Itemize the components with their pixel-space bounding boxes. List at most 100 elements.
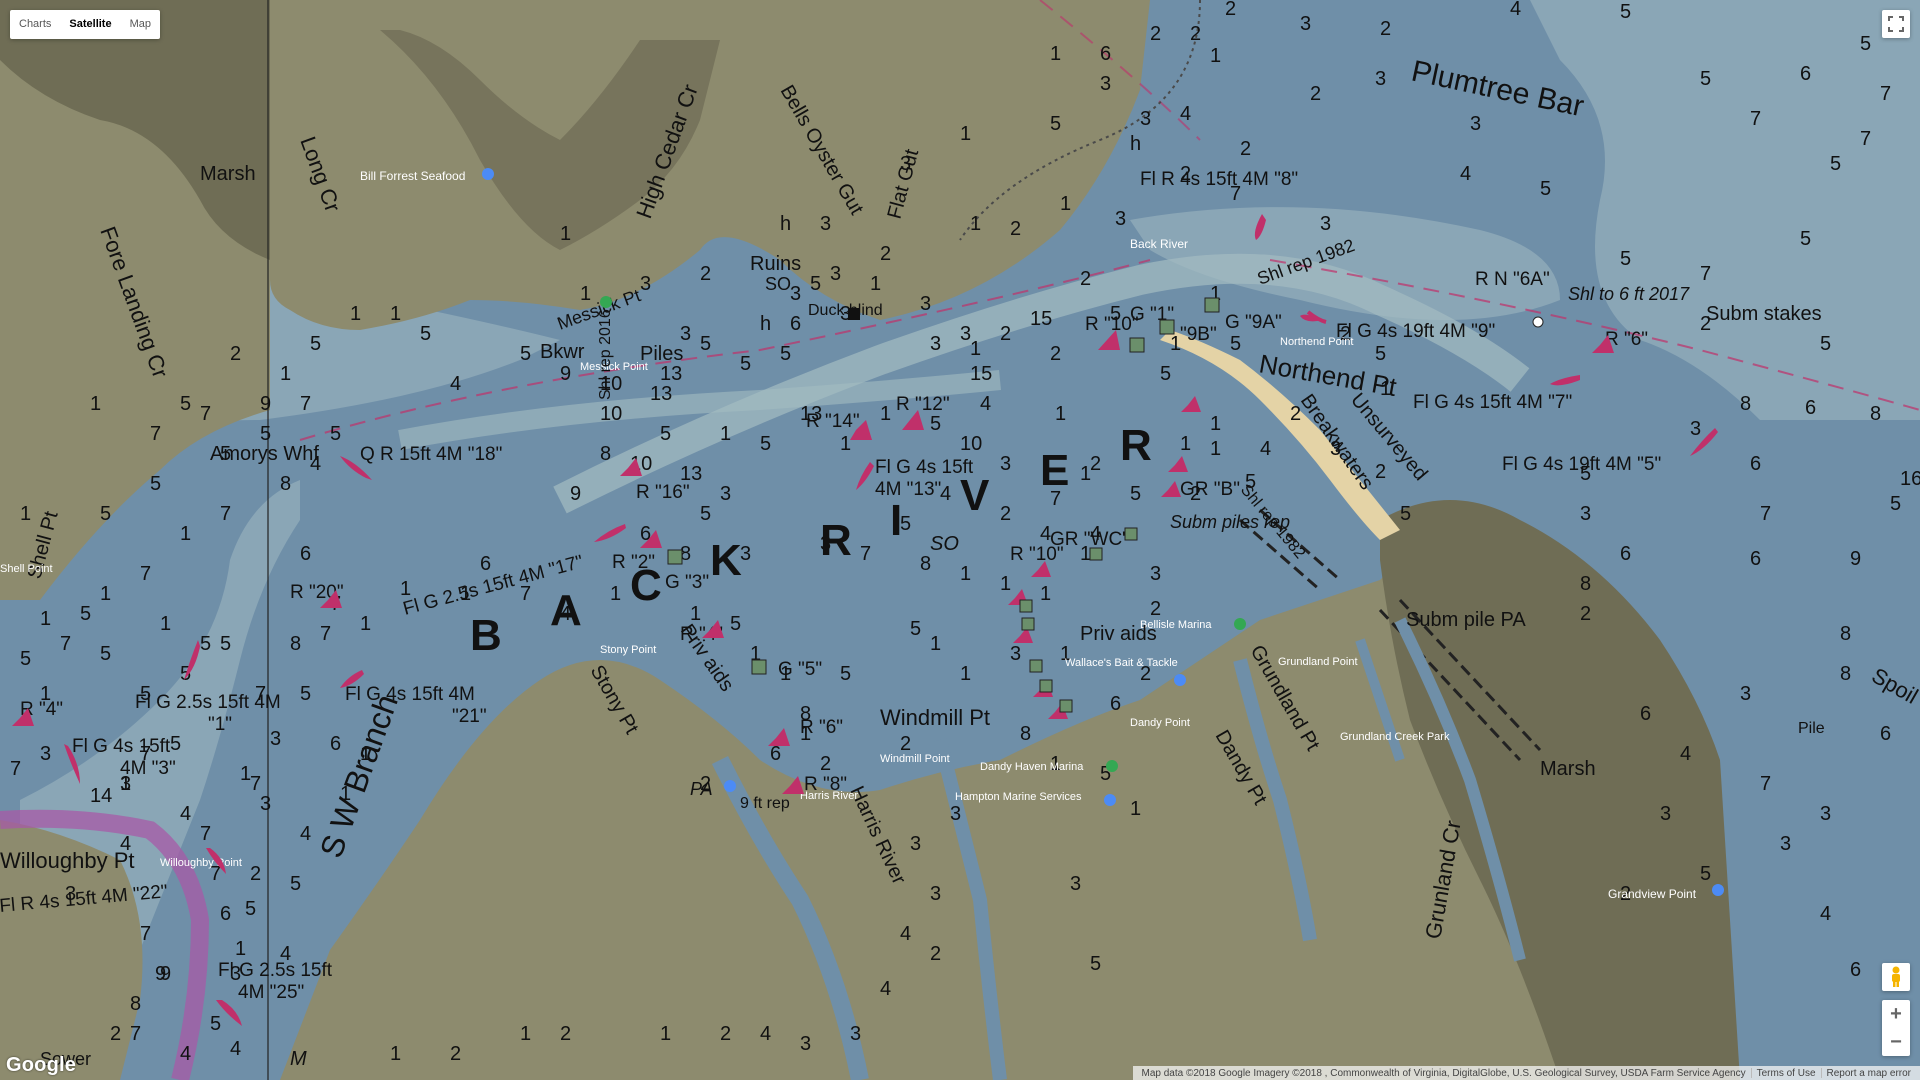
light-label: Fl R 4s 15ft 4M "8" (1140, 169, 1298, 190)
depth-sounding: 7 (60, 633, 71, 655)
duck-blind-label: Duck blind (808, 302, 883, 319)
depth-sounding: 2 (560, 1023, 571, 1045)
depth-sounding: 8 (1840, 663, 1851, 685)
grandview-point-label: Grandview Point (1608, 887, 1697, 901)
light-label: Fl G 2.5s 15ft (218, 960, 333, 981)
depth-sounding: 5 (1160, 363, 1171, 385)
depth-sounding: 8 (1020, 723, 1031, 745)
zoom-out-button[interactable]: − (1882, 1028, 1910, 1056)
depth-sounding: 5 (1830, 153, 1841, 175)
depth-sounding: 1 (235, 938, 246, 960)
depth-sounding: 2 (1000, 503, 1011, 525)
depth-sounding: 7 (1880, 83, 1891, 105)
depth-sounding: 8 (1870, 403, 1881, 425)
mark-label: R "16" (636, 482, 690, 503)
depth-sounding: 7 (320, 623, 331, 645)
depth-sounding: 3 (960, 323, 971, 345)
depth-sounding: 5 (1090, 953, 1101, 975)
willoughby-pt-label: Willoughby Pt (0, 848, 135, 873)
depth-sounding: 4 (1260, 438, 1271, 460)
depth-sounding: 1 (660, 1023, 671, 1045)
green-square-buoy (1129, 337, 1145, 353)
depth-sounding: 3 (270, 728, 281, 750)
mark-label: R "12" (896, 394, 950, 415)
satellite-button[interactable]: Satellite (60, 10, 120, 39)
depth-sounding: 5 (700, 333, 711, 355)
green-square-buoy (1021, 617, 1035, 631)
amorys-whf-label: Amorys Whf (210, 443, 319, 465)
depth-sounding: 1 (100, 583, 111, 605)
depth-sounding: 5 (1700, 68, 1711, 90)
poi-marker (600, 296, 612, 308)
depth-sounding: 7 (200, 403, 211, 425)
depth-sounding: 6 (1620, 543, 1631, 565)
zoom-in-button[interactable]: + (1882, 1000, 1910, 1028)
depth-sounding: 2 (1150, 598, 1161, 620)
depth-sounding: 15 (970, 363, 992, 385)
depth-sounding: 1 (1210, 413, 1221, 435)
depth-sounding: 5 (200, 633, 211, 655)
depth-sounding: 1 (1180, 433, 1191, 455)
depth-sounding: 2 (1000, 323, 1011, 345)
depth-sounding: 10 (960, 433, 982, 455)
depth-sounding: 5 (1130, 483, 1141, 505)
depth-sounding: 1 (560, 223, 571, 245)
depth-sounding: 7 (140, 563, 151, 585)
depth-sounding: 7 (300, 393, 311, 415)
depth-sounding: 3 (790, 283, 801, 305)
depth-sounding: 7 (1750, 108, 1761, 130)
dandy-point-label: Dandy Point (1130, 717, 1190, 729)
depth-sounding: 3 (1820, 803, 1831, 825)
pa-label: PA (690, 779, 713, 799)
mark-label: GR "B" (1180, 479, 1240, 500)
depth-sounding: 6 (300, 543, 311, 565)
depth-sounding: 9 (570, 483, 581, 505)
nautical-chart-map[interactable]: 23 24 512332233545 6577775276826 95864386734… (0, 0, 1920, 1080)
terms-of-use-link[interactable]: Terms of Use (1752, 1068, 1821, 1079)
depth-sounding: 8 (280, 473, 291, 495)
fullscreen-button[interactable] (1882, 10, 1910, 38)
depth-sounding: 3 (640, 273, 651, 295)
mark-label: R "6" (800, 717, 843, 738)
mark-label: G "9A" (1225, 312, 1282, 333)
letter: K (710, 536, 742, 585)
depth-sounding: 7 (1760, 773, 1771, 795)
light-label: "21" (452, 706, 487, 727)
depth-sounding: 1 (390, 303, 401, 325)
depth-sounding: 4 (880, 978, 891, 1000)
depth-sounding: 3 (820, 213, 831, 235)
depth-sounding: 5 (760, 433, 771, 455)
shl-to-label: Shl to 6 ft 2017 (1568, 284, 1690, 304)
light-label: Fl G 4s 15ft 4M (345, 684, 475, 705)
depth-sounding: 1 (20, 503, 31, 525)
buoy-dot (1532, 316, 1544, 328)
depth-sounding: 1 (1210, 438, 1221, 460)
depth-sounding: 14 (90, 785, 112, 807)
shl-2016-label: Shl rep 2016 (597, 309, 614, 400)
charts-button[interactable]: Charts (10, 10, 60, 39)
depth-sounding: 3 (1320, 213, 1331, 235)
report-map-error-link[interactable]: Report a map error (1822, 1068, 1916, 1079)
depth-sounding: 5 (1890, 493, 1901, 515)
depth-sounding: 5 (1620, 1, 1631, 23)
depth-sounding: 3 (920, 293, 931, 315)
depth-sounding: 4 (180, 1043, 191, 1065)
light-label: Q R 15ft 4M "18" (360, 444, 502, 465)
depth-sounding: 3 (1780, 833, 1791, 855)
depth-sounding: 3 (930, 333, 941, 355)
google-logo: Google (6, 1054, 77, 1076)
green-square-buoy (1124, 527, 1138, 541)
depth-sounding: 5 (260, 423, 271, 445)
depth-sounding: 2 (1190, 23, 1201, 45)
depth-sounding: 4 (300, 823, 311, 845)
street-view-pegman[interactable] (1882, 963, 1910, 991)
depth-sounding: 6 (1750, 453, 1761, 475)
depth-sounding: 5 (330, 423, 341, 445)
depth-sounding: 4 (760, 1023, 771, 1045)
depth-sounding: 2 (1150, 23, 1161, 45)
mark-label: G "3" (665, 572, 709, 593)
depth-sounding: h (1130, 133, 1141, 155)
map-button[interactable]: Map (121, 10, 160, 39)
depth-sounding: 3 (1740, 683, 1751, 705)
depth-sounding: 5 (170, 733, 181, 755)
